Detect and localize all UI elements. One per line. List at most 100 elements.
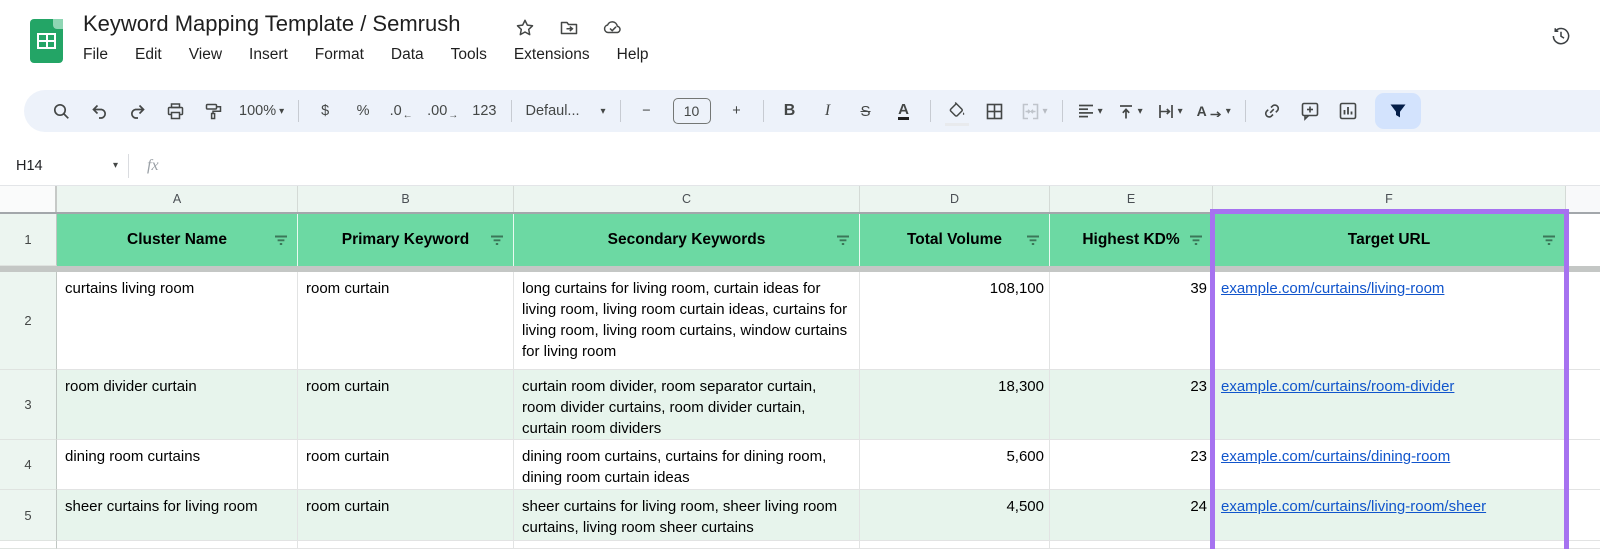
cell-secondary-keywords[interactable]: sheer curtains for living room, sheer li… [514,490,860,541]
row-number-5[interactable]: 5 [0,490,57,541]
font-size-input[interactable]: 10 [672,96,711,126]
more-formats-button[interactable]: 123 [472,96,496,126]
column-header-b[interactable]: B [298,186,514,212]
zoom-select[interactable]: 100% ▾ [239,96,284,126]
menu-format[interactable]: Format [315,46,364,64]
cell-empty[interactable] [1050,541,1213,549]
column-header-c[interactable]: C [514,186,860,212]
bold-button[interactable]: B [778,96,802,126]
cell-empty[interactable] [514,541,860,549]
cell-cluster-name[interactable]: dining room curtains [57,440,298,490]
row-number-4[interactable]: 4 [0,440,57,490]
cell-total-volume[interactable]: 4,500 [860,490,1050,541]
cell-cluster-name[interactable]: curtains living room [57,272,298,370]
cell-secondary-keywords[interactable]: dining room curtains, curtains for dinin… [514,440,860,490]
cell-secondary-keywords[interactable]: long curtains for living room, curtain i… [514,272,860,370]
borders-button[interactable] [983,96,1007,126]
cell-highest-kd[interactable]: 23 [1050,440,1213,490]
column-header-f[interactable]: F [1213,186,1566,212]
menu-help[interactable]: Help [617,46,649,64]
format-percent-button[interactable]: % [351,96,375,126]
cell-empty[interactable] [860,541,1050,549]
cell-empty[interactable] [1213,541,1566,549]
version-history-icon[interactable] [1550,25,1572,47]
menu-edit[interactable]: Edit [135,46,162,64]
search-icon[interactable] [49,96,73,126]
menu-tools[interactable]: Tools [451,46,487,64]
cell-highest-kd[interactable]: 39 [1050,272,1213,370]
cell-highest-kd[interactable]: 23 [1050,370,1213,440]
font-select[interactable]: Defaul... ▾ [526,96,606,126]
cell-empty[interactable] [298,541,514,549]
horizontal-align-button[interactable]: ▾ [1077,96,1103,126]
cell-empty[interactable] [57,541,298,549]
fill-color-button[interactable] [944,96,969,126]
undo-icon[interactable] [87,96,111,126]
italic-button[interactable]: I [816,96,840,126]
decrease-font-size-button[interactable]: − [635,96,659,126]
star-icon[interactable] [514,17,536,39]
row-number-3[interactable]: 3 [0,370,57,440]
paint-format-icon[interactable] [201,96,225,126]
filter-icon[interactable] [1026,235,1040,246]
increase-font-size-button[interactable]: + [725,96,749,126]
vertical-align-button[interactable]: ▾ [1117,96,1143,126]
cell-primary-keyword[interactable]: room curtain [298,440,514,490]
menu-data[interactable]: Data [391,46,424,64]
text-rotation-button[interactable]: A ▾ [1197,96,1231,126]
target-url-link[interactable]: example.com/curtains/dining-room [1221,448,1450,465]
cell-total-volume[interactable]: 108,100 [860,272,1050,370]
header-cell-total-volume[interactable]: Total Volume [860,214,1050,266]
target-url-link[interactable]: example.com/curtains/living-room/sheer [1221,498,1486,515]
column-header-a[interactable]: A [57,186,298,212]
header-cell-primary-keyword[interactable]: Primary Keyword [298,214,514,266]
cell-highest-kd[interactable]: 24 [1050,490,1213,541]
cell-total-volume[interactable]: 18,300 [860,370,1050,440]
header-cell-cluster-name[interactable]: Cluster Name [57,214,298,266]
cell-total-volume[interactable]: 5,600 [860,440,1050,490]
merge-cells-button[interactable]: ▾ [1021,96,1048,126]
cell-secondary-keywords[interactable]: curtain room divider, room separator cur… [514,370,860,440]
create-filter-button-active[interactable] [1374,93,1421,129]
cell-primary-keyword[interactable]: room curtain [298,272,514,370]
document-title[interactable]: Keyword Mapping Template / Semrush [83,11,460,37]
sheets-logo-icon[interactable] [30,19,63,63]
text-color-button[interactable]: A [892,96,916,126]
insert-comment-icon[interactable] [1298,96,1322,126]
cell-cluster-name[interactable]: sheer curtains for living room [57,490,298,541]
filter-icon[interactable] [1189,235,1203,246]
cell-primary-keyword[interactable]: room curtain [298,370,514,440]
filter-icon[interactable] [836,235,850,246]
filter-icon[interactable] [490,235,504,246]
strikethrough-button[interactable]: S [854,96,878,126]
header-cell-secondary-keywords[interactable]: Secondary Keywords [514,214,860,266]
print-icon[interactable] [163,96,187,126]
target-url-link[interactable]: example.com/curtains/room-divider [1221,378,1454,395]
cloud-saved-icon[interactable] [602,17,624,39]
insert-chart-icon[interactable] [1336,96,1360,126]
row-number-6[interactable] [0,541,57,549]
column-header-e[interactable]: E [1050,186,1213,212]
cell-primary-keyword[interactable]: room curtain [298,490,514,541]
move-to-folder-icon[interactable] [558,17,580,39]
menu-file[interactable]: File [83,46,108,64]
menu-extensions[interactable]: Extensions [514,46,590,64]
name-box[interactable]: H14 ▾ [0,158,128,174]
decrease-decimals-button[interactable]: .0 ← [389,96,413,126]
target-url-link[interactable]: example.com/curtains/living-room [1221,280,1444,297]
filter-icon[interactable] [274,235,288,246]
text-wrapping-button[interactable]: ▾ [1157,96,1183,126]
insert-link-icon[interactable] [1260,96,1284,126]
row-number-2[interactable]: 2 [0,272,57,370]
header-cell-target-url[interactable]: Target URL [1213,214,1566,266]
column-header-d[interactable]: D [860,186,1050,212]
row-number-1[interactable]: 1 [0,214,57,266]
select-all-corner[interactable] [0,186,57,212]
filter-icon[interactable] [1542,235,1556,246]
increase-decimals-button[interactable]: .00 → [427,96,458,126]
format-currency-button[interactable]: $ [313,96,337,126]
header-cell-highest-kd[interactable]: Highest KD% [1050,214,1213,266]
cell-cluster-name[interactable]: room divider curtain [57,370,298,440]
menu-insert[interactable]: Insert [249,46,288,64]
menu-view[interactable]: View [189,46,222,64]
